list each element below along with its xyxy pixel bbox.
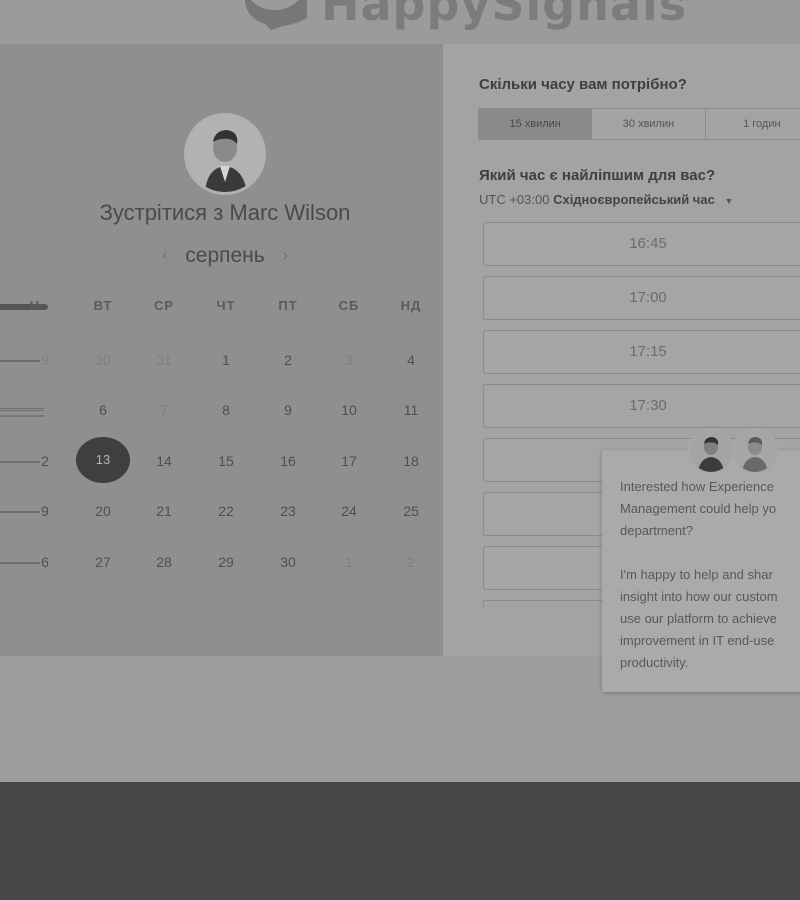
month-label: серпень [185,244,265,267]
duration-option-60[interactable]: 1 годин [706,109,800,139]
weekday-label: НД [400,298,422,313]
calendar-day[interactable]: 22 [201,499,251,523]
weekday-label: ЧТ [216,298,236,313]
calendar-day[interactable]: 3 [324,348,374,372]
calendar-day[interactable]: 28 [139,550,189,574]
duration-tabs: 15 хвилин 30 хвилин 1 годин [478,108,800,140]
duration-option-30[interactable]: 30 хвилин [592,109,706,139]
calendar-day[interactable]: 24 [324,499,374,523]
time-question: Який час є найліпшим для вас? [479,167,716,184]
calendar-day[interactable]: 29 [201,550,251,574]
meeting-title: Зустрітися з Marc Wilson [99,200,351,225]
timezone-name: Східноєвропейський час [553,192,715,207]
calendar-day[interactable]: 25 [386,499,436,523]
calendar-day[interactable]: 17 [324,449,374,473]
calendar-day[interactable]: 14 [139,449,189,473]
calendar-day[interactable]: 31 [139,348,189,372]
time-slot[interactable]: 17:00 [483,276,800,320]
chat-agent-avatar[interactable] [732,428,778,474]
calendar-day-cut[interactable]: 6 [30,550,60,574]
chat-agent-avatar[interactable] [688,428,734,474]
calendar-day[interactable]: 2 [386,550,436,574]
calendar-day[interactable]: 30 [263,550,313,574]
time-slot[interactable]: 16:45 [483,222,800,266]
timezone-selector[interactable]: UTC +03:00 Східноєвропейський час ▼ [479,192,733,207]
host-avatar [184,113,266,195]
calendar-day[interactable]: 18 [386,449,436,473]
week-row-cut [0,408,44,417]
top-header: HappySignals [0,0,800,44]
person-icon [690,430,732,472]
weekday-label: ПТ [278,298,298,313]
calendar-day[interactable]: 1 [201,348,251,372]
page-footer [0,782,800,900]
chevron-right-icon[interactable]: › [283,247,288,265]
calendar-day-cut[interactable]: 2 [30,449,60,473]
person-icon [734,430,776,472]
calendar-day[interactable]: 16 [263,449,313,473]
chevron-left-icon[interactable]: ‹ [162,247,167,265]
calendar-day[interactable]: 27 [78,550,128,574]
speech-bubble-logo-icon [245,0,307,30]
calendar-day[interactable]: 10 [324,398,374,422]
brand-name: HappySignals [321,0,688,31]
calendar-day[interactable]: 1 [324,550,374,574]
calendar-day[interactable]: 21 [139,499,189,523]
brand-logo[interactable]: HappySignals [235,0,687,30]
calendar-day[interactable]: 15 [201,449,251,473]
calendar-day[interactable]: 9 [263,398,313,422]
weekday-label: СБ [338,298,360,313]
weekday-label: ВТ [93,298,113,313]
calendar-day[interactable]: 30 [78,348,128,372]
weekday-label-cut: Н [29,298,41,313]
time-slot[interactable]: 17:30 [483,384,800,428]
calendar-day[interactable]: 4 [386,348,436,372]
calendar-day-selected[interactable]: 13 [76,437,130,483]
person-icon [187,116,263,192]
timezone-offset: UTC +03:00 [479,192,550,207]
chat-message: Interested how Experience Management cou… [620,479,778,670]
calendar-day[interactable]: 11 [386,398,436,422]
duration-question: Скільки часу вам потрібно? [479,76,687,93]
month-navigator: ‹ серпень › [0,244,450,268]
weekday-label: СР [153,298,175,313]
caret-down-icon: ▼ [724,196,734,206]
chat-popup[interactable]: Interested how Experience Management cou… [602,450,800,692]
calendar-day[interactable]: 20 [78,499,128,523]
calendar-day[interactable]: 7 [139,398,189,422]
duration-option-15[interactable]: 15 хвилин [479,109,593,139]
calendar-day-cut[interactable]: 9 [30,348,60,372]
calendar-day[interactable]: 8 [201,398,251,422]
calendar-day[interactable]: 23 [263,499,313,523]
time-slot[interactable]: 17:15 [483,330,800,374]
calendar-day[interactable]: 2 [263,348,313,372]
calendar-day-cut[interactable]: 9 [30,499,60,523]
calendar-day[interactable]: 6 [78,398,128,422]
